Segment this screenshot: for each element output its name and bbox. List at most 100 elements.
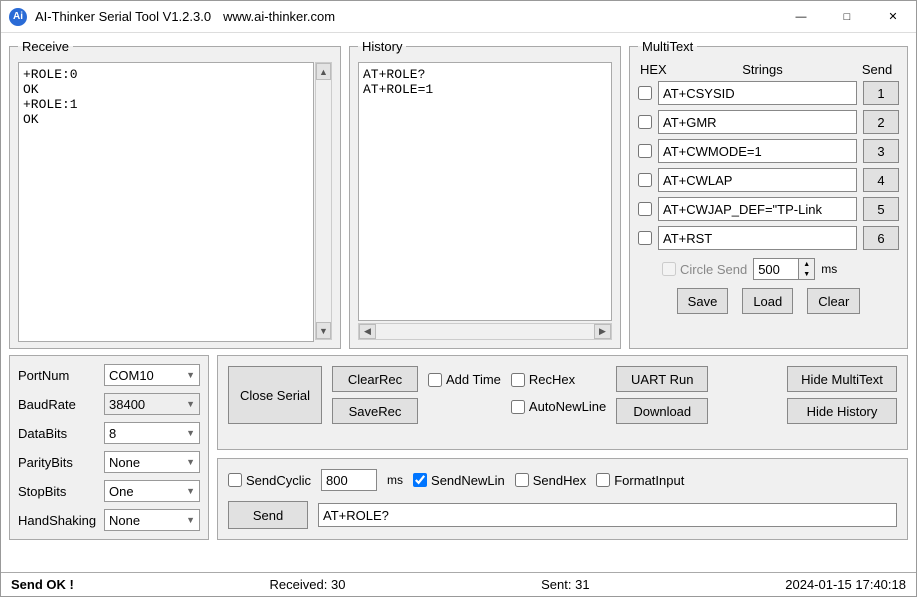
multitext-hex-checkbox[interactable] (638, 231, 652, 245)
send-newline-checkbox[interactable]: SendNewLin (413, 473, 505, 488)
download-button[interactable]: Download (616, 398, 708, 424)
send-hex-checkbox[interactable]: SendHex (515, 473, 586, 488)
history-textarea[interactable]: AT+ROLE? AT+ROLE=1 (358, 62, 612, 321)
window-url: www.ai-thinker.com (223, 9, 335, 24)
multitext-clear-button[interactable]: Clear (807, 288, 860, 314)
status-send-ok: Send OK ! (11, 577, 74, 592)
multitext-cmd-input[interactable] (658, 110, 857, 134)
multitext-cmd-input[interactable] (658, 81, 857, 105)
multitext-row: 6 (638, 226, 899, 250)
handshaking-combo[interactable]: None▼ (104, 509, 200, 531)
multitext-list: 1 2 3 4 5 6 (638, 81, 899, 250)
chevron-down-icon: ▼ (186, 370, 195, 380)
circle-send-interval[interactable]: ▲ ▼ (753, 258, 815, 280)
history-hscrollbar[interactable]: ◀ ▶ (358, 323, 612, 340)
multitext-send-button[interactable]: 2 (863, 110, 899, 134)
multitext-cmd-input[interactable] (658, 197, 857, 221)
circle-send-ms-input[interactable] (754, 259, 798, 279)
scroll-up-icon[interactable]: ▲ (316, 63, 331, 80)
history-legend: History (358, 39, 406, 54)
status-timestamp: 2024-01-15 17:40:18 (785, 577, 906, 592)
multitext-send-button[interactable]: 6 (863, 226, 899, 250)
multitext-load-button[interactable]: Load (742, 288, 793, 314)
multitext-cmd-input[interactable] (658, 226, 857, 250)
databits-combo[interactable]: 8▼ (104, 422, 200, 444)
send-input[interactable] (318, 503, 897, 527)
multitext-cmd-input[interactable] (658, 168, 857, 192)
chevron-down-icon: ▼ (186, 457, 195, 467)
status-received: Received: 30 (270, 577, 346, 592)
close-button[interactable]: ✕ (870, 1, 916, 33)
scroll-left-icon[interactable]: ◀ (359, 324, 376, 339)
scroll-right-icon[interactable]: ▶ (594, 324, 611, 339)
send-cyclic-unit: ms (387, 473, 403, 487)
multitext-row: 3 (638, 139, 899, 163)
spinner-up-icon[interactable]: ▲ (798, 259, 814, 269)
paritybits-combo[interactable]: None▼ (104, 451, 200, 473)
hide-history-button[interactable]: Hide History (787, 398, 897, 424)
baudrate-combo[interactable]: 38400▼ (104, 393, 200, 415)
receive-panel: Receive +ROLE:0 OK +ROLE:1 OK ▲ ▼ (9, 39, 341, 349)
format-input-checkbox[interactable]: FormatInput (596, 473, 684, 488)
multitext-legend: MultiText (638, 39, 697, 54)
multitext-col-hex: HEX (640, 62, 668, 77)
send-button[interactable]: Send (228, 501, 308, 529)
port-settings-panel: PortNum COM10▼ BaudRate 38400▼ DataBits … (9, 355, 209, 540)
circle-send-input[interactable] (662, 262, 676, 276)
baudrate-label: BaudRate (18, 397, 100, 412)
actions-panel: Close Serial ClearRec SaveRec Add Time R… (217, 355, 908, 450)
save-rec-button[interactable]: SaveRec (332, 398, 418, 424)
receive-textarea[interactable]: +ROLE:0 OK +ROLE:1 OK (18, 62, 314, 342)
spinner-down-icon[interactable]: ▼ (798, 269, 814, 279)
receive-scrollbar[interactable]: ▲ ▼ (315, 62, 332, 340)
multitext-hex-checkbox[interactable] (638, 115, 652, 129)
scroll-down-icon[interactable]: ▼ (316, 322, 331, 339)
rec-hex-checkbox[interactable]: RecHex (511, 372, 606, 387)
multitext-cmd-input[interactable] (658, 139, 857, 163)
add-time-checkbox[interactable]: Add Time (428, 372, 501, 387)
app-icon: Ai (9, 8, 27, 26)
uart-run-button[interactable]: UART Run (616, 366, 708, 392)
handshaking-label: HandShaking (18, 513, 100, 528)
clear-rec-button[interactable]: ClearRec (332, 366, 418, 392)
chevron-down-icon: ▼ (186, 486, 195, 496)
paritybits-label: ParityBits (18, 455, 100, 470)
multitext-send-button[interactable]: 3 (863, 139, 899, 163)
multitext-send-button[interactable]: 1 (863, 81, 899, 105)
maximize-button[interactable]: □ (824, 1, 870, 33)
circle-send-checkbox[interactable]: Circle Send (662, 262, 747, 277)
chevron-down-icon: ▼ (186, 515, 195, 525)
receive-legend: Receive (18, 39, 73, 54)
portnum-combo[interactable]: COM10▼ (104, 364, 200, 386)
status-bar: Send OK ! Received: 30 Sent: 31 2024-01-… (1, 572, 916, 596)
send-cyclic-checkbox[interactable]: SendCyclic (228, 473, 311, 488)
history-panel: History AT+ROLE? AT+ROLE=1 ◀ ▶ (349, 39, 621, 349)
multitext-panel: MultiText HEX Strings Send 123456 Circle… (629, 39, 908, 349)
status-sent: Sent: 31 (541, 577, 589, 592)
databits-label: DataBits (18, 426, 100, 441)
multitext-hex-checkbox[interactable] (638, 173, 652, 187)
multitext-hex-checkbox[interactable] (638, 144, 652, 158)
circle-send-unit: ms (821, 262, 837, 276)
stopbits-combo[interactable]: One▼ (104, 480, 200, 502)
multitext-hex-checkbox[interactable] (638, 86, 652, 100)
titlebar[interactable]: Ai AI-Thinker Serial Tool V1.2.3.0 www.a… (1, 1, 916, 33)
hide-multitext-button[interactable]: Hide MultiText (787, 366, 897, 392)
multitext-send-button[interactable]: 5 (863, 197, 899, 221)
multitext-save-button[interactable]: Save (677, 288, 729, 314)
auto-newline-checkbox[interactable]: AutoNewLine (511, 399, 606, 414)
close-serial-button[interactable]: Close Serial (228, 366, 322, 424)
window-title: AI-Thinker Serial Tool V1.2.3.0 (35, 9, 211, 24)
stopbits-label: StopBits (18, 484, 100, 499)
chevron-down-icon: ▼ (186, 399, 195, 409)
send-panel: SendCyclic ms SendNewLin SendHex FormatI… (217, 458, 908, 540)
multitext-col-strings: Strings (672, 62, 853, 77)
multitext-row: 4 (638, 168, 899, 192)
multitext-row: 1 (638, 81, 899, 105)
send-cyclic-ms-input[interactable] (321, 469, 377, 491)
multitext-hex-checkbox[interactable] (638, 202, 652, 216)
multitext-send-button[interactable]: 4 (863, 168, 899, 192)
minimize-button[interactable]: — (778, 1, 824, 33)
chevron-down-icon: ▼ (186, 428, 195, 438)
multitext-row: 5 (638, 197, 899, 221)
